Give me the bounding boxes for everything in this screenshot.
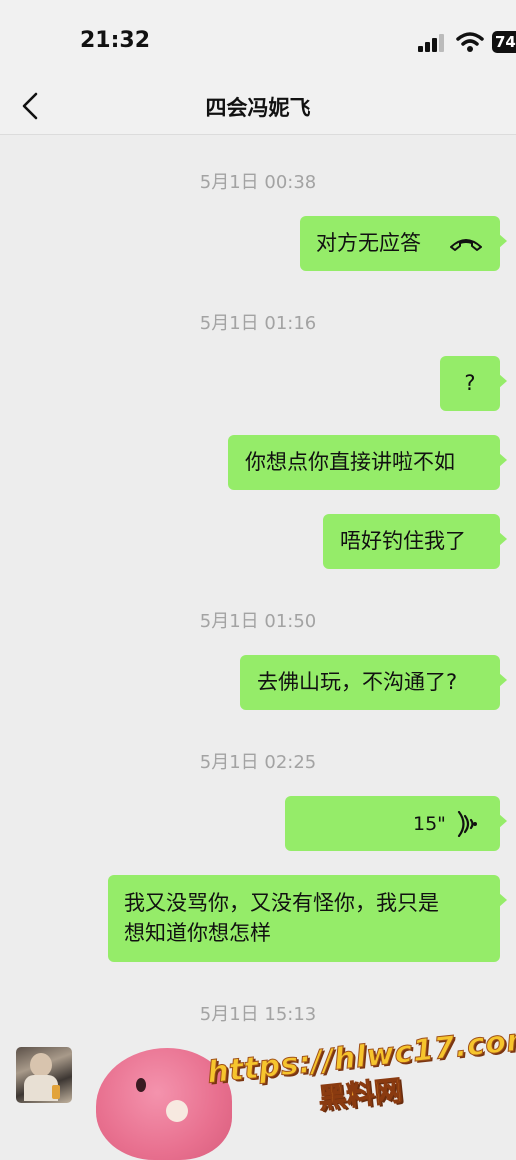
- timestamp: 5月1日 02:25: [199, 752, 317, 773]
- message-text: 对方无应答: [316, 231, 421, 255]
- voice-message-bubble[interactable]: 15": [285, 796, 507, 851]
- message-text: 你想点你直接讲啦不如: [245, 450, 455, 474]
- chat-title: 四会冯妮飞: [205, 96, 311, 120]
- phone-hangup-icon: [450, 239, 482, 251]
- message-text: 去佛山玩，不沟通了?: [257, 670, 458, 694]
- watermark-url: https://hlwc17.com: [205, 1021, 516, 1092]
- message-text: 唔好钓住我了: [340, 529, 466, 553]
- contact-avatar[interactable]: [16, 1047, 72, 1103]
- watermark: https://hlwc17.com 黑料网: [205, 1021, 516, 1156]
- battery-indicator: 74: [492, 31, 516, 53]
- message-bubble[interactable]: 我又没骂你，又没有怪你，我只是 想知道你想怎样: [108, 875, 507, 962]
- timestamp: 5月1日 15:13: [199, 1004, 317, 1025]
- timestamp: 5月1日 00:38: [199, 172, 317, 193]
- status-time: 21:32: [80, 28, 151, 53]
- message-bubble[interactable]: 你想点你直接讲啦不如: [228, 435, 507, 490]
- message-text: ?: [464, 371, 476, 395]
- message-text-line: 想知道你想怎样: [124, 921, 271, 945]
- status-bar: 21:32 74: [0, 0, 516, 80]
- watermark-label: 黑料网: [316, 1073, 404, 1116]
- chat-header: 四会冯妮飞: [0, 80, 516, 135]
- call-record-bubble[interactable]: 对方无应答: [300, 216, 507, 271]
- sticker-image[interactable]: [96, 1048, 232, 1160]
- wifi-icon: [456, 32, 484, 52]
- cellular-signal-icon: [418, 34, 448, 52]
- message-bubble[interactable]: 去佛山玩，不沟通了?: [240, 655, 507, 710]
- voice-wave-icon: [457, 811, 477, 837]
- message-text-line: 我又没骂你，又没有怪你，我只是: [124, 891, 439, 915]
- message-bubble[interactable]: 唔好钓住我了: [323, 514, 507, 569]
- voice-duration: 15": [413, 813, 446, 835]
- message-bubble[interactable]: ?: [440, 356, 507, 411]
- timestamp: 5月1日 01:50: [199, 611, 317, 632]
- timestamp: 5月1日 01:16: [199, 313, 317, 334]
